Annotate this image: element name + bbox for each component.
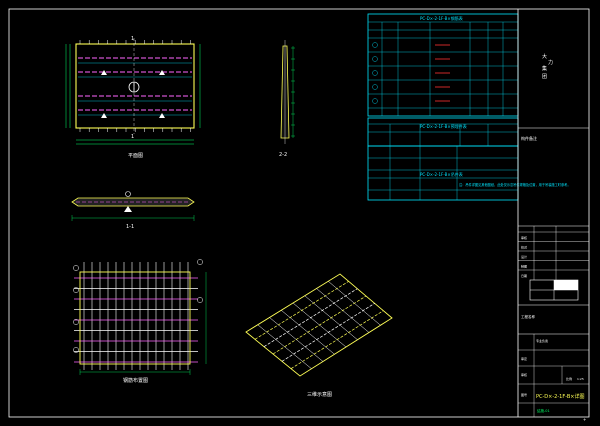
title-block-row-label: 设计 bbox=[521, 254, 527, 259]
title-block-bottom-label: 审定 bbox=[521, 356, 527, 361]
company-char-2: 力 bbox=[548, 59, 553, 66]
title-block-row-label: 日期 bbox=[521, 273, 527, 278]
rebar-plan-caption: 钢筋布置图 bbox=[123, 377, 148, 384]
cad-drawing-sheet: 1 1 平面图 2-2 1-1 钢筋布置图 三维示意图 PC-D×-2-1F-B… bbox=[0, 0, 600, 426]
corner-mark: + bbox=[583, 417, 586, 422]
section-2-caption: 2-2 bbox=[279, 152, 287, 158]
lift-table-title: PC-D×-2-1F-B×吊件表 bbox=[420, 171, 463, 177]
key-plan-highlight bbox=[554, 280, 578, 290]
iso-caption: 三维示意图 bbox=[307, 391, 332, 398]
rebar-table-title: PC-D×-2-1F-B×钢筋表 bbox=[420, 15, 463, 21]
title-block-row-label: 校对 bbox=[521, 245, 527, 250]
drawing-name: PC-D×-2-1F-B×详图 bbox=[536, 393, 584, 400]
company-char-1: 大 bbox=[542, 53, 547, 60]
scale-label: 比例 bbox=[566, 376, 572, 381]
section-1-caption: 1-1 bbox=[126, 224, 134, 230]
title-block-row-label: 审核 bbox=[521, 235, 527, 240]
lift-table-note: 注：吊件详图见其他图纸，此处仅示意吊件规格及位置，用于吊装施工时参考。 bbox=[459, 182, 571, 187]
title-block-bottom-label: 审核 bbox=[521, 372, 527, 377]
plan-section-mark-top: 1 bbox=[131, 36, 134, 42]
sheet-code: 结施-01 bbox=[537, 408, 550, 413]
scale-value: 1:25 bbox=[577, 377, 584, 381]
title-block-row-label: 制图 bbox=[521, 264, 527, 269]
project-label: 工程名称 bbox=[521, 314, 535, 319]
embed-table-title: PC-D×-2-1F-B×预埋件表 bbox=[420, 123, 467, 129]
company-char-3: 集 bbox=[542, 65, 547, 72]
check-label: 专业负责 bbox=[536, 338, 548, 343]
plan-caption: 平面图 bbox=[128, 153, 143, 159]
plan-section-mark-bottom: 1 bbox=[131, 134, 134, 140]
company-char-4: 团 bbox=[542, 74, 547, 80]
notes-label: 构件备注 bbox=[521, 135, 537, 141]
title-block-bottom-label: 图号 bbox=[521, 392, 527, 397]
